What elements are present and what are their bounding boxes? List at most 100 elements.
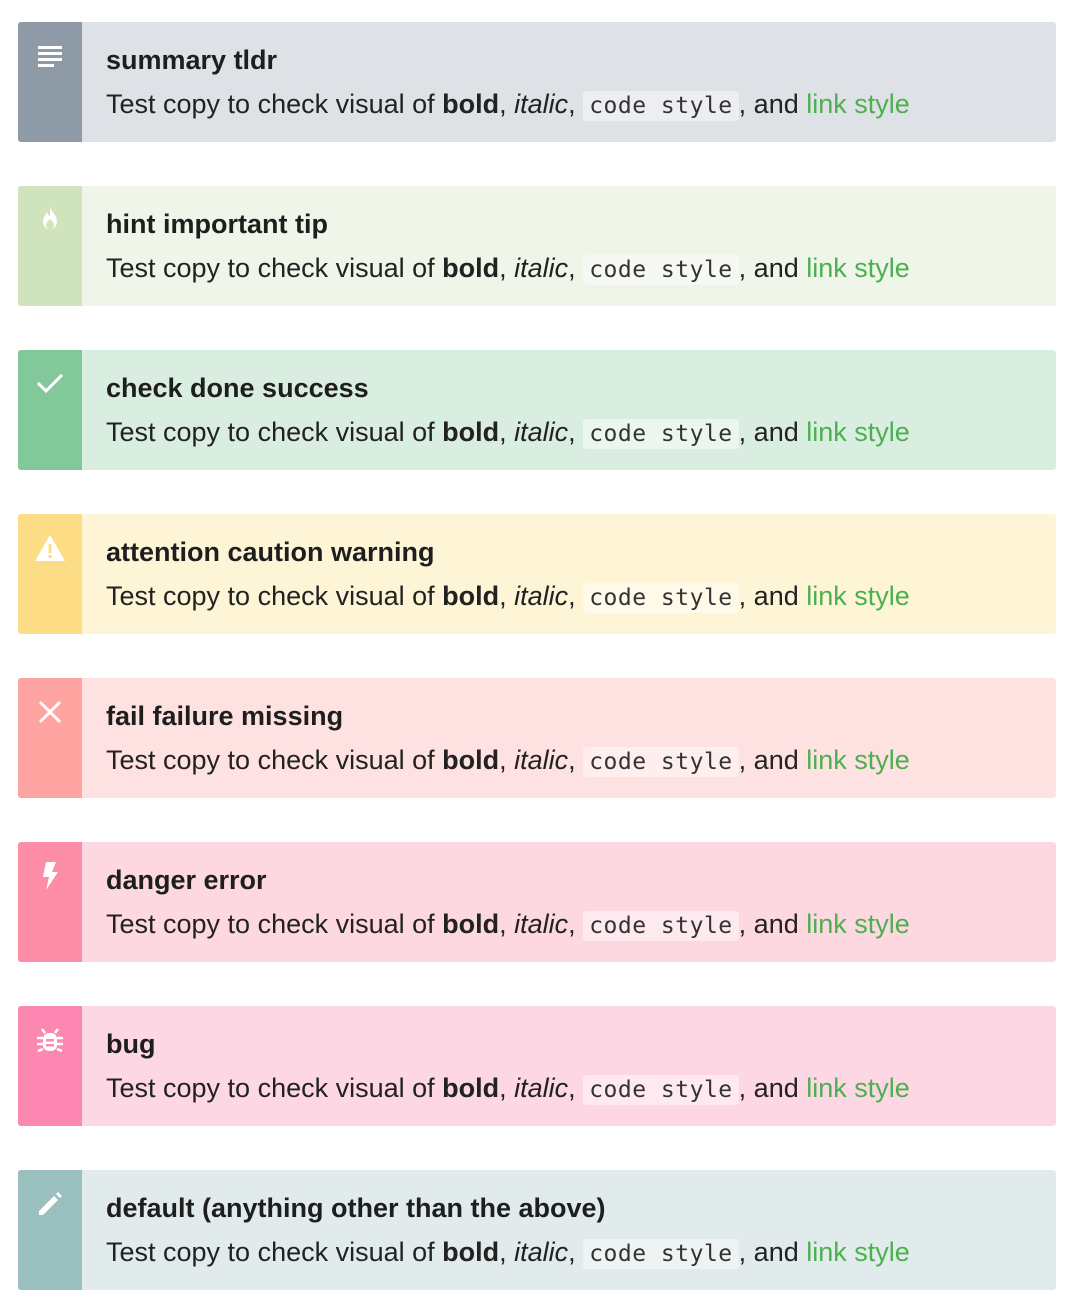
copy-bold: bold	[442, 1073, 500, 1103]
copy-sep: ,	[499, 253, 515, 283]
callout-side	[18, 1170, 82, 1290]
copy-sep: ,	[568, 909, 584, 939]
copy-link[interactable]: link style	[806, 1237, 910, 1267]
callout-body: summary tldr Test copy to check visual o…	[82, 22, 1056, 142]
callout-side	[18, 350, 82, 470]
copy-bold: bold	[442, 909, 500, 939]
copy-sep: , and	[738, 89, 807, 119]
callout-title: check done success	[106, 373, 369, 403]
callout-warning: attention caution warning Test copy to c…	[18, 514, 1056, 634]
copy-bold: bold	[442, 1237, 500, 1267]
copy-link[interactable]: link style	[806, 581, 910, 611]
callout-side	[18, 186, 82, 306]
callout-default: default (anything other than the above) …	[18, 1170, 1056, 1290]
copy-link[interactable]: link style	[806, 89, 910, 119]
copy-link[interactable]: link style	[806, 417, 910, 447]
callout-copy: Test copy to check visual of bold, itali…	[106, 1072, 1056, 1106]
copy-sep: ,	[499, 417, 515, 447]
copy-sep: ,	[499, 909, 515, 939]
copy-lead: Test copy to check visual of	[106, 253, 443, 283]
check-icon	[36, 373, 64, 394]
copy-lead: Test copy to check visual of	[106, 417, 443, 447]
callout-copy: Test copy to check visual of bold, itali…	[106, 908, 1056, 942]
bolt-icon	[43, 862, 58, 890]
copy-italic: italic	[514, 1073, 569, 1103]
copy-lead: Test copy to check visual of	[106, 745, 443, 775]
callout-body: default (anything other than the above) …	[82, 1170, 1056, 1290]
copy-lead: Test copy to check visual of	[106, 1237, 443, 1267]
copy-code: code style	[583, 1075, 739, 1105]
copy-link[interactable]: link style	[806, 253, 910, 283]
copy-italic: italic	[514, 581, 569, 611]
copy-italic: italic	[514, 745, 569, 775]
copy-link[interactable]: link style	[806, 1073, 910, 1103]
callout-title: default (anything other than the above)	[106, 1193, 606, 1223]
copy-lead: Test copy to check visual of	[106, 909, 443, 939]
callout-side	[18, 842, 82, 962]
close-icon	[38, 700, 62, 724]
copy-sep: ,	[499, 89, 515, 119]
copy-code: code style	[583, 1239, 739, 1269]
copy-sep: ,	[568, 89, 584, 119]
callout-side	[18, 514, 82, 634]
copy-code: code style	[583, 419, 739, 449]
copy-sep: ,	[499, 581, 515, 611]
callout-list: summary tldr Test copy to check visual o…	[18, 22, 1056, 1290]
warning-icon	[35, 535, 65, 561]
copy-bold: bold	[442, 581, 500, 611]
callout-title: summary tldr	[106, 45, 278, 75]
copy-code: code style	[583, 911, 739, 941]
copy-link[interactable]: link style	[806, 745, 910, 775]
copy-sep: , and	[738, 581, 807, 611]
copy-code: code style	[583, 255, 739, 285]
copy-italic: italic	[514, 1237, 569, 1267]
copy-sep: , and	[738, 1237, 807, 1267]
copy-lead: Test copy to check visual of	[106, 1073, 443, 1103]
copy-bold: bold	[442, 745, 500, 775]
callout-side	[18, 1006, 82, 1126]
callout-summary: summary tldr Test copy to check visual o…	[18, 22, 1056, 142]
callout-bug: bug Test copy to check visual of bold, i…	[18, 1006, 1056, 1126]
copy-code: code style	[583, 583, 739, 613]
copy-bold: bold	[442, 89, 500, 119]
copy-sep: ,	[568, 1073, 584, 1103]
copy-sep: ,	[499, 1237, 515, 1267]
copy-italic: italic	[514, 253, 569, 283]
copy-sep: ,	[499, 1073, 515, 1103]
callout-body: fail failure missing Test copy to check …	[82, 678, 1056, 798]
copy-sep: , and	[738, 745, 807, 775]
copy-sep: ,	[568, 1237, 584, 1267]
copy-sep: ,	[568, 417, 584, 447]
callout-title: attention caution warning	[106, 537, 435, 567]
copy-code: code style	[583, 91, 739, 121]
copy-sep: ,	[568, 253, 584, 283]
copy-lead: Test copy to check visual of	[106, 89, 443, 119]
callout-hint: hint important tip Test copy to check vi…	[18, 186, 1056, 306]
callout-copy: Test copy to check visual of bold, itali…	[106, 580, 1056, 614]
bug-icon	[37, 1028, 63, 1053]
list-icon	[38, 46, 62, 67]
callout-body: attention caution warning Test copy to c…	[82, 514, 1056, 634]
callout-title: hint important tip	[106, 209, 328, 239]
callout-side	[18, 22, 82, 142]
callout-title: bug	[106, 1029, 156, 1059]
callout-failure: fail failure missing Test copy to check …	[18, 678, 1056, 798]
callout-body: check done success Test copy to check vi…	[82, 350, 1056, 470]
copy-bold: bold	[442, 417, 500, 447]
pencil-icon	[39, 1192, 62, 1215]
copy-italic: italic	[514, 89, 569, 119]
flame-icon	[43, 207, 57, 229]
copy-sep: , and	[738, 253, 807, 283]
copy-sep: ,	[499, 745, 515, 775]
callout-copy: Test copy to check visual of bold, itali…	[106, 744, 1056, 778]
copy-sep: ,	[568, 581, 584, 611]
copy-lead: Test copy to check visual of	[106, 581, 443, 611]
callout-danger: danger error Test copy to check visual o…	[18, 842, 1056, 962]
callout-copy: Test copy to check visual of bold, itali…	[106, 88, 1056, 122]
copy-italic: italic	[514, 909, 569, 939]
copy-sep: ,	[568, 745, 584, 775]
copy-sep: , and	[738, 417, 807, 447]
callout-copy: Test copy to check visual of bold, itali…	[106, 1236, 1056, 1270]
callout-copy: Test copy to check visual of bold, itali…	[106, 416, 1056, 450]
copy-link[interactable]: link style	[806, 909, 910, 939]
